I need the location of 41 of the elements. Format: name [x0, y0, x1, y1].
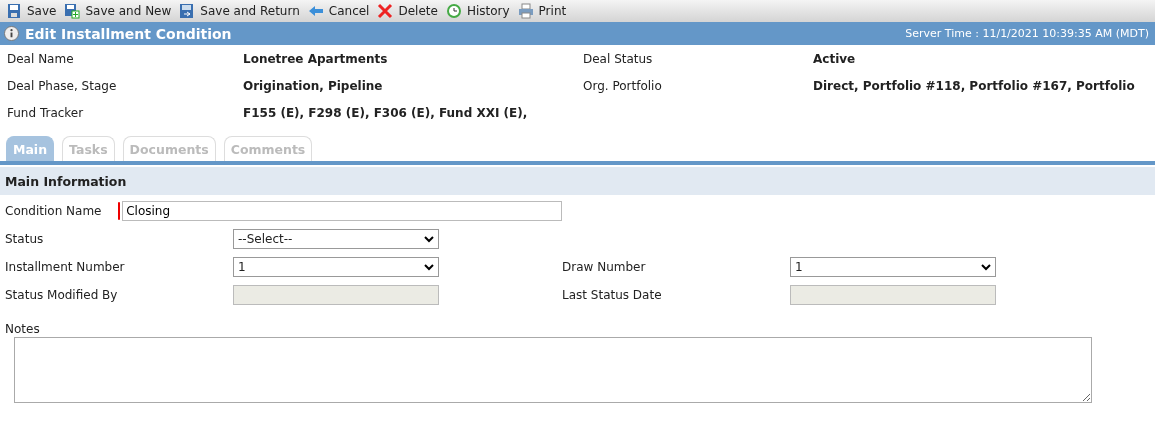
info-label: Deal Name — [7, 51, 75, 67]
toolbar-button[interactable]: Delete — [375, 1, 444, 21]
floppy-plus-icon — [64, 3, 81, 19]
toolbar-button[interactable]: Print — [515, 1, 573, 21]
info-icon — [4, 26, 19, 41]
toolbar-button[interactable]: History — [443, 1, 516, 21]
toolbar-button[interactable]: Save and Return — [177, 1, 306, 21]
section-header: Main Information — [0, 167, 1155, 195]
info-value: Origination, Pipeline — [243, 78, 384, 94]
field-label: Draw Number — [562, 260, 647, 274]
info-label: Deal Phase, Stage — [7, 78, 118, 94]
toolbar-button[interactable]: Save — [4, 1, 63, 21]
info-value: Lonetree Apartments — [243, 51, 389, 67]
field-label: Installment Number — [4, 260, 126, 274]
field-label: Condition Name — [4, 204, 103, 218]
clock-icon — [445, 3, 462, 19]
left-arrow-icon — [307, 3, 324, 19]
chevron-icon — [424, 263, 434, 271]
info-label: Org. Portfolio — [583, 78, 663, 94]
dropdown[interactable]: 1 — [790, 257, 996, 277]
field-label: Status Modified By — [4, 288, 119, 302]
notes-field[interactable] — [14, 337, 1092, 403]
text-field[interactable]: Closing — [122, 201, 562, 221]
info-value: Direct, Portfolio #118, Portfolio #167, Portfolio — [813, 78, 1136, 94]
chevron-icon — [424, 235, 434, 243]
printer-icon — [517, 3, 534, 19]
dropdown[interactable]: 1 — [233, 257, 439, 277]
field-label: Status — [4, 232, 45, 246]
info-label: Fund Tracker — [7, 105, 85, 121]
server-time: Server Time : 11/1/2021 10:39:35 AM (MDT) — [905, 27, 1149, 40]
field-label: Notes — [4, 321, 41, 336]
field-label: Last Status Date — [562, 288, 663, 302]
info-value: F155 (E), F298 (E), F306 (E), Fund XXI (E), — [243, 105, 529, 121]
chevron-icon — [981, 263, 991, 271]
delete-icon — [377, 3, 394, 19]
toolbar-button[interactable]: Save and New — [62, 1, 178, 21]
info-value: Active — [813, 51, 857, 67]
dropdown[interactable]: --Select-- — [233, 229, 439, 249]
page-title: Edit Installment Condition — [25, 25, 232, 42]
info-label: Deal Status — [583, 51, 654, 67]
toolbar-button[interactable]: Cancel — [305, 1, 376, 21]
